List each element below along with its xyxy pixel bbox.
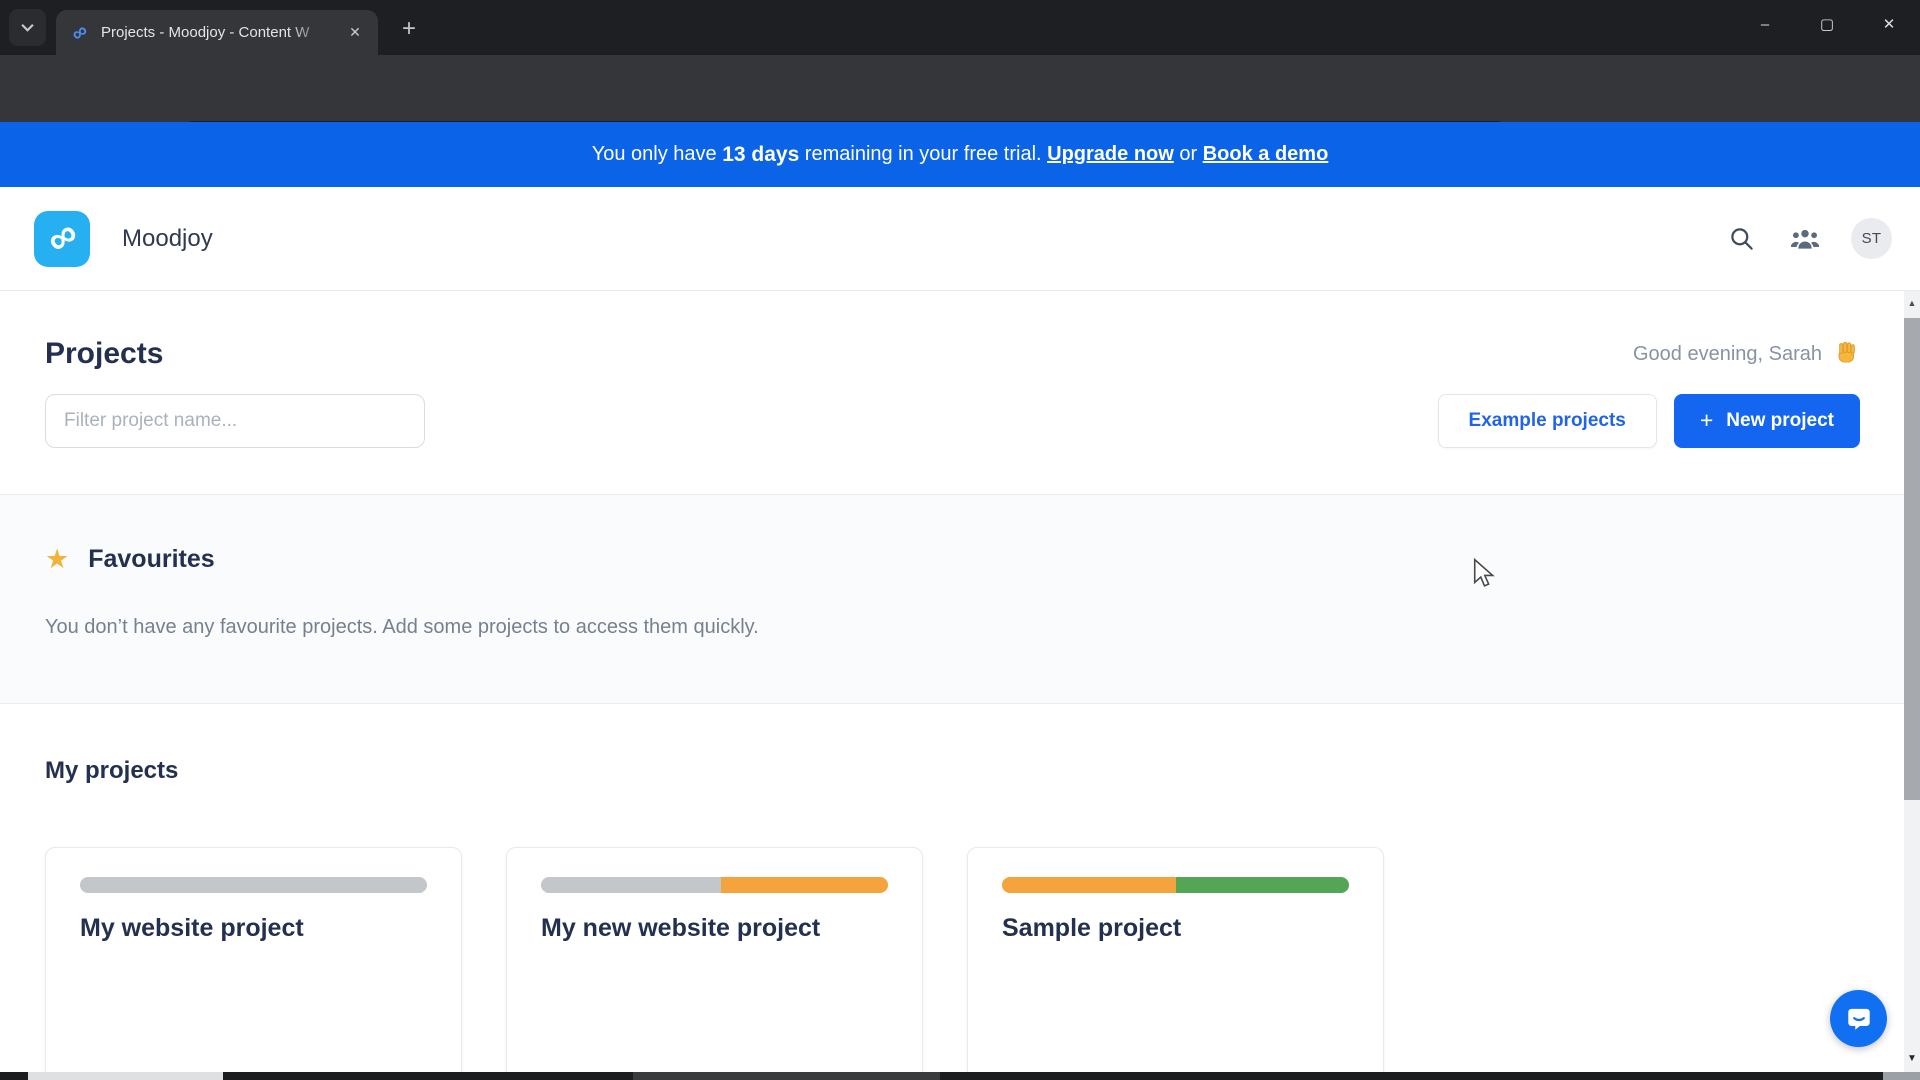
waving-hand-emoji-icon bbox=[1838, 341, 1855, 363]
banner-days: 13 days bbox=[722, 142, 800, 166]
project-card-title: Sample project bbox=[1002, 914, 1182, 942]
favourites-star-icon: ★ bbox=[45, 544, 70, 574]
tab-title: Projects - Moodjoy - Content W bbox=[101, 24, 310, 41]
plus-icon: + bbox=[1699, 406, 1714, 433]
tab-close-icon[interactable]: ✕ bbox=[344, 22, 366, 44]
project-progress-bar bbox=[1002, 877, 1349, 893]
chat-bubble-icon bbox=[1847, 1008, 1870, 1030]
taskbar-edge bbox=[0, 1072, 1920, 1080]
browser-toolbar: ← → moodjoy.gathercontent.com/projects ☆… bbox=[0, 55, 1920, 166]
taskbar-segment bbox=[633, 1072, 940, 1080]
trial-banner: You only have 13 days remaining in your … bbox=[0, 122, 1920, 187]
scrollbar-up-arrow-icon[interactable]: ▲ bbox=[1904, 293, 1920, 313]
project-progress-bar bbox=[80, 877, 427, 893]
filter-project-input[interactable] bbox=[45, 394, 425, 448]
browser-tab[interactable]: ∞ Projects - Moodjoy - Content W ✕ bbox=[56, 10, 378, 55]
scrollbar-down-arrow-icon[interactable]: ▼ bbox=[1904, 1048, 1920, 1068]
new-project-button[interactable]: + New project bbox=[1673, 394, 1860, 448]
search-button[interactable] bbox=[1723, 221, 1759, 257]
favourites-title: Favourites bbox=[88, 545, 215, 573]
my-projects-title: My projects bbox=[45, 757, 179, 784]
my-projects-section: My projects My website project My new we… bbox=[45, 757, 1860, 1080]
window-controls: – ▢ ✕ bbox=[1734, 0, 1920, 48]
search-icon bbox=[1730, 228, 1753, 250]
project-actions: Example projects + New project bbox=[1437, 394, 1860, 448]
project-card[interactable]: My new website project bbox=[506, 847, 923, 1080]
taskbar-segment bbox=[1883, 1072, 1920, 1080]
brand-name: Moodjoy bbox=[122, 224, 213, 252]
window-minimize-button[interactable]: – bbox=[1734, 0, 1796, 48]
user-avatar[interactable]: ST bbox=[1851, 218, 1892, 259]
team-button[interactable] bbox=[1787, 221, 1823, 257]
app-header: ∞ Moodjoy ST bbox=[0, 187, 1920, 291]
chat-launcher-button[interactable] bbox=[1830, 990, 1887, 1047]
infinity-heart-icon: ∞ bbox=[37, 210, 87, 263]
project-card-title: My new website project bbox=[541, 914, 821, 942]
scrollbar-thumb[interactable] bbox=[1904, 318, 1920, 800]
moodjoy-logo[interactable]: ∞ bbox=[34, 210, 90, 267]
browser-tabstrip: ∞ Projects - Moodjoy - Content W ✕ + – ▢… bbox=[0, 0, 1920, 55]
banner-text: or bbox=[1173, 143, 1203, 165]
page-title: Projects bbox=[45, 337, 164, 370]
taskbar-segment bbox=[28, 1072, 223, 1080]
project-card-title: My website project bbox=[80, 914, 304, 942]
project-card[interactable]: My website project bbox=[45, 847, 462, 1080]
window-maximize-button[interactable]: ▢ bbox=[1796, 0, 1858, 48]
screen: ∞ Projects - Moodjoy - Content W ✕ + – ▢… bbox=[0, 0, 1920, 1080]
project-card[interactable]: Sample project bbox=[967, 847, 1384, 1080]
team-people-icon bbox=[1790, 229, 1820, 249]
banner-text: You only have bbox=[591, 143, 723, 165]
favourites-empty-message: You don’t have any favourite projects. A… bbox=[45, 616, 759, 638]
greeting: Good evening, Sarah bbox=[1633, 341, 1860, 367]
header-actions: ST bbox=[1723, 218, 1892, 259]
tab-search-chevron-button[interactable] bbox=[9, 9, 46, 46]
window-close-button[interactable]: ✕ bbox=[1858, 0, 1920, 48]
project-progress-bar bbox=[541, 877, 888, 893]
page-scrollbar[interactable]: ▲ ▼ bbox=[1904, 291, 1920, 1080]
new-tab-button[interactable]: + bbox=[393, 13, 425, 45]
favourites-section: ★ Favourites You don’t have any favourit… bbox=[0, 494, 1920, 704]
book-a-demo-link[interactable]: Book a demo bbox=[1203, 143, 1329, 166]
new-project-label: New project bbox=[1726, 410, 1834, 431]
chevron-down-icon bbox=[21, 24, 34, 32]
greeting-text: Good evening, Sarah bbox=[1632, 342, 1822, 365]
banner-text: remaining in your free trial. bbox=[799, 143, 1048, 165]
projects-main: Projects Good evening, Sarah Example pro… bbox=[0, 291, 1920, 1080]
project-cards: My website project My new website projec… bbox=[45, 847, 1860, 1080]
moodjoy-favicon-icon: ∞ bbox=[66, 18, 93, 46]
upgrade-now-link[interactable]: Upgrade now bbox=[1047, 143, 1174, 166]
example-projects-button[interactable]: Example projects bbox=[1437, 394, 1657, 448]
